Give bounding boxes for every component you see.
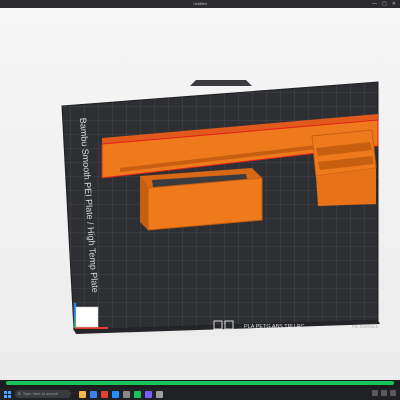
- progress-bar: [6, 381, 394, 385]
- mail-icon[interactable]: [112, 390, 119, 398]
- progress-fill: [6, 381, 394, 385]
- window-title: Untitled: [193, 1, 207, 6]
- system-tray: [372, 390, 396, 396]
- build-plate-scene: Bambu Smooth PEI Plate / High Temp Plate…: [61, 80, 380, 334]
- file-explorer-icon[interactable]: [79, 390, 86, 398]
- bambu-studio-icon[interactable]: [134, 390, 141, 398]
- volume-icon[interactable]: [381, 390, 387, 396]
- taskbar-search-input[interactable]: ⌕ Type here to search: [15, 390, 71, 398]
- chrome-icon[interactable]: [101, 390, 108, 398]
- 3d-viewport[interactable]: Bambu Smooth PEI Plate / High Temp Plate…: [0, 8, 400, 380]
- model-front-box[interactable]: [140, 168, 263, 231]
- windows-start-icon[interactable]: [4, 390, 11, 398]
- minimize-button[interactable]: —: [372, 1, 377, 7]
- store-icon[interactable]: [123, 390, 130, 398]
- plate-handle: [190, 80, 252, 86]
- clock-icon[interactable]: [390, 390, 396, 396]
- plate-corner-label: PEI SURFACE: [352, 324, 379, 329]
- settings-icon[interactable]: [156, 390, 163, 398]
- search-icon: ⌕: [18, 391, 21, 397]
- taskbar-pinned-apps: [79, 390, 163, 398]
- browser-icon[interactable]: [90, 390, 97, 398]
- search-placeholder: Type here to search: [22, 391, 59, 396]
- axis-corner-marker: [75, 306, 99, 328]
- plate-bottom-label: PLA PETG ABS TPU PC: [244, 324, 304, 330]
- photos-icon[interactable]: [145, 390, 152, 398]
- network-icon[interactable]: [372, 390, 378, 396]
- model-right-box[interactable]: [311, 129, 377, 206]
- window-titlebar: Untitled — ▢ ✕: [0, 0, 400, 8]
- window-controls: — ▢ ✕: [372, 1, 396, 7]
- close-button[interactable]: ✕: [392, 1, 396, 7]
- taskbar: ⌕ Type here to search: [0, 388, 400, 400]
- maximize-button[interactable]: ▢: [382, 1, 387, 7]
